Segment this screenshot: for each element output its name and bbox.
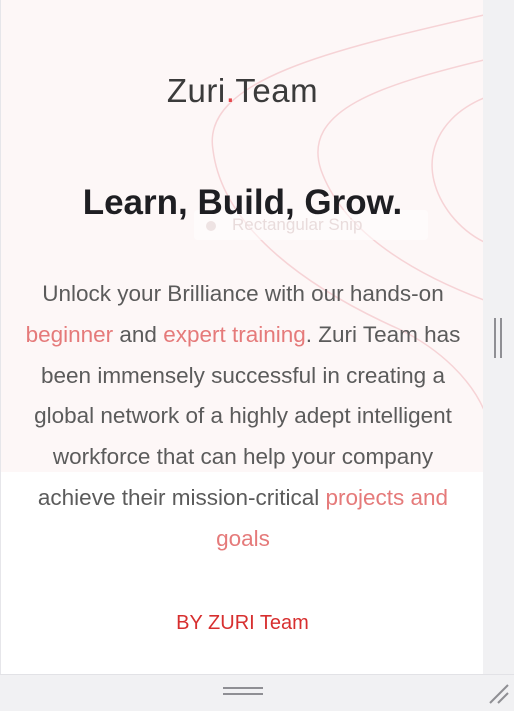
- highlight-beginner: beginner: [25, 321, 114, 347]
- hero-headline: Learn, Build, Grow.: [82, 183, 403, 222]
- description-text-3: . Zuri Team has been immensely successfu…: [34, 321, 461, 510]
- byline: BY ZURI Team: [176, 612, 309, 634]
- description-text-2: and: [113, 321, 164, 347]
- horizontal-grip-icon[interactable]: [223, 687, 263, 697]
- hero-description: Unlock your Brilliance with our hands-on…: [23, 274, 463, 560]
- page-viewport: Rectangular Snip Zuri.Team Learn, Build,…: [0, 0, 484, 674]
- logo-text-team: Team: [235, 72, 319, 109]
- bottom-resize-bar[interactable]: [0, 674, 514, 711]
- highlight-expert-training: expert training: [163, 321, 306, 347]
- vertical-grip-icon[interactable]: [494, 318, 504, 358]
- description-text-1: Unlock your Brilliance with our hands-on: [42, 281, 444, 306]
- vertical-scrollbar[interactable]: [483, 0, 514, 674]
- logo-text-zuri: Zuri: [166, 72, 226, 109]
- zuri-team-logo[interactable]: Zuri.Team: [1, 72, 484, 110]
- logo-dot: .: [225, 72, 236, 109]
- resize-corner-icon[interactable]: [488, 683, 510, 705]
